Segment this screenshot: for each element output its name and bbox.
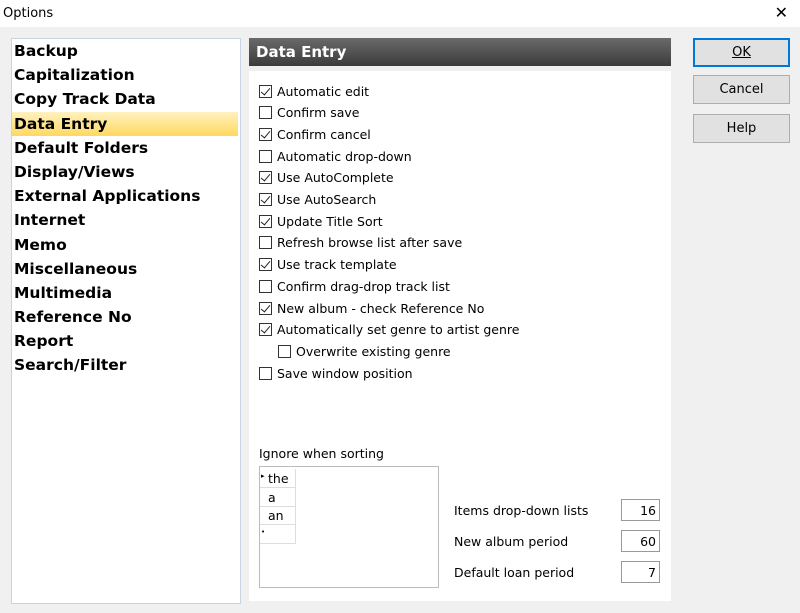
checkbox-unchecked-icon[interactable] — [259, 279, 272, 293]
category-item[interactable]: Reference No — [12, 305, 238, 329]
option-checkbox[interactable]: Update Title Sort — [259, 211, 383, 231]
option-label: Refresh browse list after save — [277, 235, 463, 251]
option-checkbox[interactable]: Save window position — [259, 363, 413, 383]
checkbox-checked-icon[interactable] — [259, 323, 272, 337]
checkbox-unchecked-icon[interactable] — [259, 106, 272, 120]
option-checkbox[interactable]: Use track template — [259, 255, 397, 275]
checkbox-checked-icon[interactable] — [259, 193, 272, 206]
checkbox-checked-icon[interactable] — [259, 127, 272, 141]
category-item[interactable]: Report — [12, 329, 238, 353]
data-entry-panel: Ignore when sorting ▸ the a an • Automatic e… — [249, 71, 671, 601]
option-label: Confirm cancel — [277, 126, 371, 142]
ignore-word: an — [268, 508, 284, 523]
option-checkbox[interactable]: Use AutoComplete — [259, 168, 394, 188]
category-item[interactable]: Search/Filter — [12, 353, 238, 377]
ignore-word-row[interactable]: ▸ the — [260, 469, 296, 488]
option-checkbox[interactable]: Confirm cancel — [259, 124, 371, 144]
option-checkbox[interactable]: Confirm drag-drop track list — [259, 276, 450, 296]
panel-title: Data Entry — [249, 38, 671, 66]
field-label: Items drop-down lists — [454, 503, 589, 518]
checkbox-unchecked-icon[interactable] — [259, 366, 272, 380]
category-item[interactable]: Multimedia — [12, 281, 238, 305]
checkbox-checked-icon[interactable] — [259, 171, 272, 185]
option-label: Use AutoSearch — [277, 192, 377, 207]
option-label: Automatic edit — [277, 83, 370, 99]
cancel-button[interactable]: Cancel — [693, 75, 790, 104]
option-checkbox[interactable]: Refresh browse list after save — [259, 233, 462, 253]
option-label: Automatically set genre to artist genre — [277, 322, 520, 338]
checkbox-unchecked-icon[interactable] — [259, 149, 272, 163]
title-bar: Options ✕ — [0, 0, 800, 27]
new-row-icon: • — [261, 527, 266, 536]
ok-label: OK — [732, 45, 751, 60]
option-checkbox[interactable]: New album - check Reference No — [259, 298, 484, 318]
option-label: Use track template — [277, 257, 397, 273]
checkbox-checked-icon[interactable] — [259, 301, 272, 315]
option-label: Confirm drag-drop track list — [277, 278, 450, 294]
close-icon[interactable]: ✕ — [775, 3, 788, 22]
option-label: Save window position — [277, 365, 413, 381]
category-item[interactable]: Default Folders — [12, 136, 238, 160]
option-label: Use AutoComplete — [277, 170, 394, 186]
option-label: New album - check Reference No — [277, 300, 485, 316]
option-checkbox[interactable]: Overwrite existing genre — [278, 341, 451, 361]
number-field[interactable] — [621, 561, 660, 583]
category-item[interactable]: Memo — [12, 233, 238, 257]
option-label: Overwrite existing genre — [296, 343, 451, 359]
ignore-word: a — [268, 489, 276, 505]
field-label: Default loan period — [454, 565, 575, 580]
category-list[interactable]: Backup Capitalization Copy Track Data Data … — [11, 38, 241, 604]
current-row-icon: ▸ — [261, 472, 265, 480]
ignore-word-row[interactable]: an — [260, 506, 296, 525]
checkbox-unchecked-icon[interactable] — [278, 344, 291, 358]
option-label: Update Title Sort — [277, 213, 383, 229]
number-field[interactable] — [621, 530, 660, 552]
category-item[interactable]: Data Entry — [12, 111, 238, 136]
category-item[interactable]: Capitalization — [12, 63, 238, 87]
category-item[interactable]: Copy Track Data — [12, 87, 238, 111]
option-label: Automatic drop-down — [277, 148, 412, 164]
checkbox-checked-icon[interactable] — [259, 214, 272, 228]
checkbox-checked-icon[interactable] — [259, 84, 272, 98]
category-item[interactable]: Miscellaneous — [12, 257, 238, 281]
ignore-word: the — [268, 471, 289, 486]
option-checkbox[interactable]: Automatically set genre to artist genre — [259, 320, 519, 340]
ignore-label: Ignore when sorting — [259, 446, 384, 461]
checkbox-unchecked-icon[interactable] — [259, 236, 272, 250]
ignore-word-row[interactable]: • — [260, 524, 296, 544]
window-title: Options — [3, 6, 54, 21]
category-item[interactable]: Backup — [12, 39, 238, 63]
ignore-words-grid[interactable]: ▸ the a an • — [259, 466, 439, 588]
option-checkbox[interactable]: Use AutoSearch — [259, 190, 376, 210]
option-checkbox[interactable]: Automatic drop-down — [259, 146, 412, 166]
option-checkbox[interactable]: Confirm save — [259, 103, 360, 123]
category-item[interactable]: Display/Views — [12, 160, 238, 184]
checkbox-checked-icon[interactable] — [259, 258, 272, 272]
number-field[interactable] — [621, 499, 660, 521]
help-button[interactable]: Help — [693, 114, 790, 143]
option-checkbox[interactable]: Automatic edit — [259, 81, 369, 101]
ok-button[interactable]: OK — [693, 38, 790, 67]
ignore-word-row[interactable]: a — [260, 487, 296, 507]
field-label: New album period — [454, 534, 569, 549]
option-label: Confirm save — [277, 105, 360, 121]
category-item[interactable]: External Applications — [12, 184, 238, 208]
category-item[interactable]: Internet — [12, 208, 238, 232]
